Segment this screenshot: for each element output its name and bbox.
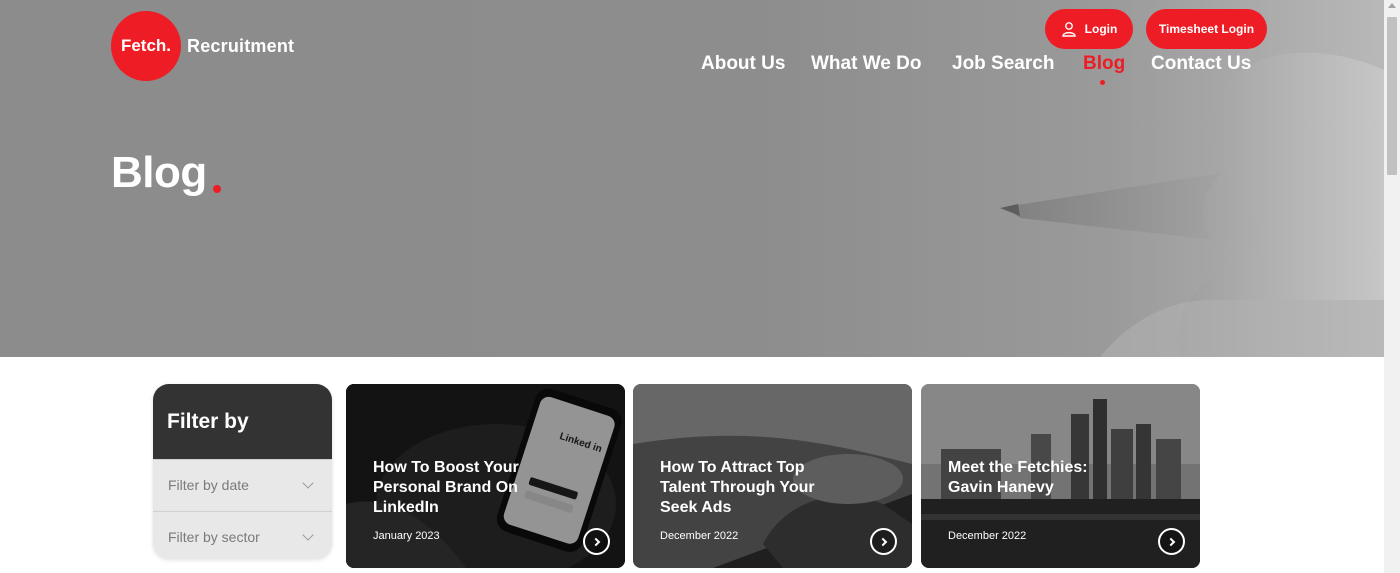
page-title: Blog [111, 148, 207, 197]
card-title: Meet the Fetchies: Gavin Hanevy [948, 459, 1088, 496]
scroll-up-icon[interactable] [1388, 3, 1396, 8]
nav-contact-us[interactable]: Contact Us [1151, 53, 1251, 75]
filter-by-date-select[interactable]: Filter by date [153, 459, 332, 509]
timesheet-login-button[interactable]: Timesheet Login [1146, 9, 1267, 49]
title-dot [213, 185, 221, 193]
filter-panel: Filter by Filter by date Filter by secto… [153, 384, 332, 559]
arrow-right-icon[interactable] [870, 528, 897, 555]
filter-by-date-label: Filter by date [168, 476, 249, 493]
filter-heading: Filter by [153, 384, 332, 459]
page: Fetch. Recruitment Login Timesheet Login… [0, 0, 1400, 573]
filter-by-sector-label: Filter by sector [168, 528, 260, 545]
brand-logo[interactable]: Fetch. Recruitment [111, 11, 294, 81]
card-date: December 2022 [660, 530, 739, 542]
arrow-right-icon[interactable] [1158, 528, 1185, 555]
timesheet-login-label: Timesheet Login [1158, 22, 1255, 36]
arrow-right-icon[interactable] [583, 528, 610, 555]
login-label: Login [1084, 22, 1118, 36]
login-button[interactable]: Login [1045, 9, 1133, 49]
nav-about-us[interactable]: About Us [701, 53, 785, 75]
card-date: January 2023 [373, 530, 440, 542]
active-nav-indicator [1100, 80, 1105, 85]
nav-job-search[interactable]: Job Search [952, 53, 1054, 75]
chevron-down-icon [302, 477, 314, 489]
card-title: How To Boost Your Personal Brand On Link… [373, 459, 519, 516]
logo-wordmark: Recruitment [187, 35, 295, 56]
nav-blog[interactable]: Blog [1083, 53, 1125, 75]
chevron-down-icon [302, 529, 314, 541]
logo-circle: Fetch. [111, 11, 181, 81]
blog-card-seek-ads[interactable]: How To Attract Top Talent Through Your S… [633, 384, 912, 568]
hero-banner: Fetch. Recruitment Login Timesheet Login… [0, 0, 1384, 357]
filter-by-sector-select[interactable]: Filter by sector [153, 511, 332, 559]
page-scrollbar[interactable] [1384, 0, 1400, 573]
card-title: How To Attract Top Talent Through Your S… [660, 459, 815, 516]
user-icon [1061, 22, 1076, 37]
blog-card-linkedin[interactable]: Linked in How To Boost Your Personal Bra… [346, 384, 625, 568]
nav-what-we-do[interactable]: What We Do [811, 53, 921, 75]
card-date: December 2022 [948, 530, 1027, 542]
scrollbar-thumb[interactable] [1387, 17, 1397, 175]
blog-card-meet-the-fetchies[interactable]: Meet the Fetchies: Gavin Hanevy December… [921, 384, 1200, 568]
